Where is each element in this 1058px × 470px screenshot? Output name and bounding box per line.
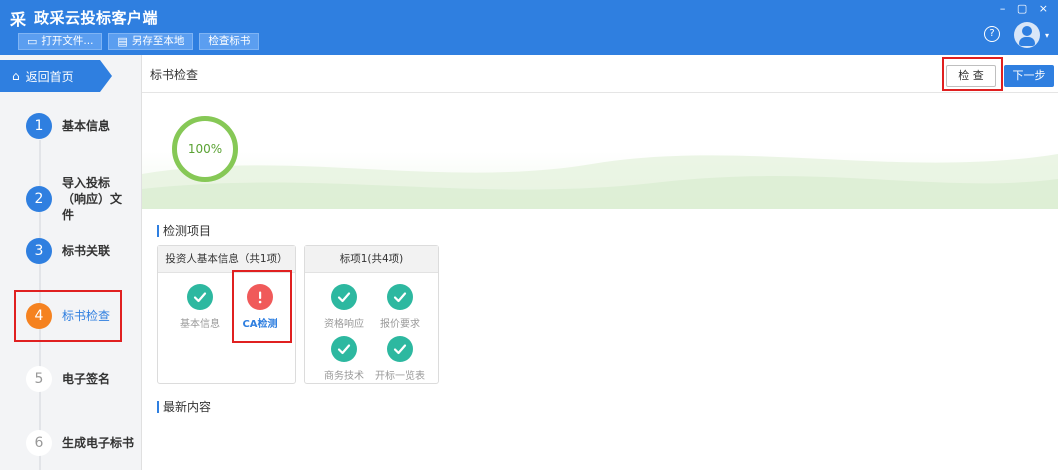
highlight-box-check-button: [942, 57, 1003, 91]
step-label: 生成电子标书: [62, 436, 135, 450]
open-file-label: 打开文件...: [41, 35, 94, 47]
check-icon: [331, 336, 357, 362]
step-label: 标书关联: [62, 244, 111, 258]
folder-icon: ▭: [27, 35, 38, 48]
page-title: 标书检查: [150, 68, 199, 82]
sidebar-step-1[interactable]: 1 基本信息: [26, 113, 110, 139]
home-label: 返回首页: [25, 69, 74, 84]
check-card-lot-1: 标项1(共4项) 资格响应 报价要求 商务技术 开标一览表: [304, 245, 439, 384]
step-label: 电子签名: [62, 372, 111, 386]
check-item-business-tech[interactable]: 商务技术: [316, 336, 372, 382]
check-item-label: 开标一览表: [375, 371, 425, 382]
progress-ring: 100%: [172, 116, 238, 182]
toolbar: ▭ 打开文件... ▤ 另存至本地 检查标书: [18, 33, 260, 50]
content-header: 标书检查 检 查 下一步: [142, 55, 1058, 93]
help-icon[interactable]: ?: [984, 26, 1000, 42]
sidebar-step-3[interactable]: 3 标书关联: [26, 238, 110, 264]
app-window: 采 政采云投标客户端 ▭ 打开文件... ▤ 另存至本地 检查标书 – ▢ × …: [0, 0, 1058, 470]
check-item-quote[interactable]: 报价要求: [372, 284, 428, 330]
window-controls[interactable]: – ▢ ×: [1000, 2, 1052, 15]
save-icon: ▤: [117, 35, 128, 48]
home-button[interactable]: ⌂ 返回首页: [0, 60, 112, 92]
step-number: 5: [26, 366, 52, 392]
check-bid-button[interactable]: 检查标书: [199, 33, 260, 50]
save-local-button[interactable]: ▤ 另存至本地: [108, 33, 194, 50]
section-detection-items: 检测项目: [157, 222, 211, 239]
section-latest-content: 最新内容: [157, 398, 211, 415]
check-icon: [387, 284, 413, 310]
next-step-button[interactable]: 下一步: [1004, 65, 1054, 87]
section-marker: [157, 400, 159, 413]
progress-value: 100%: [187, 142, 223, 156]
check-bid-label: 检查标书: [208, 35, 251, 47]
save-local-label: 另存至本地: [131, 35, 185, 47]
section-title-text: 最新内容: [163, 400, 212, 414]
open-file-button[interactable]: ▭ 打开文件...: [18, 33, 103, 50]
check-item-label: 基本信息: [180, 319, 220, 330]
check-item-label: 报价要求: [380, 319, 420, 330]
card-title: 标项1(共4项): [305, 246, 438, 273]
chevron-down-icon[interactable]: ▾: [1045, 31, 1049, 40]
home-icon: ⌂: [12, 69, 20, 83]
card-title: 投资人基本信息（共1项）: [158, 246, 295, 273]
app-logo: 采: [10, 10, 27, 29]
check-icon: [387, 336, 413, 362]
check-item-opening-sheet[interactable]: 开标一览表: [372, 336, 428, 382]
step-number: 2: [26, 186, 52, 212]
step-number: 6: [26, 430, 52, 456]
section-marker: [157, 224, 159, 237]
check-item-qualification[interactable]: 资格响应: [316, 284, 372, 330]
highlight-box-step-4: [14, 290, 122, 342]
section-title-text: 检测项目: [163, 224, 212, 238]
step-number: 3: [26, 238, 52, 264]
title-bar: 采 政采云投标客户端 ▭ 打开文件... ▤ 另存至本地 检查标书 – ▢ × …: [0, 0, 1058, 55]
banner-wave: [142, 154, 1058, 209]
highlight-box-ca-check: [232, 270, 292, 343]
check-icon: [331, 284, 357, 310]
check-item-label: 商务技术: [324, 371, 364, 382]
check-item-label: 资格响应: [324, 319, 364, 330]
app-title: 政采云投标客户端: [34, 9, 159, 27]
progress-banner: 100%: [142, 94, 1058, 209]
step-label: 导入投标（响应）文件: [62, 176, 123, 222]
step-label: 基本信息: [62, 119, 111, 133]
avatar[interactable]: [1014, 22, 1040, 48]
check-icon: [187, 284, 213, 310]
sidebar-step-5[interactable]: 5 电子签名: [26, 366, 110, 392]
check-item-basic-info[interactable]: 基本信息: [172, 284, 228, 330]
step-number: 1: [26, 113, 52, 139]
sidebar-step-2[interactable]: 2 导入投标（响应）文件: [26, 175, 132, 223]
sidebar: ⌂ 返回首页 1 基本信息 2 导入投标（响应）文件 3 标书关联 4 标书检查…: [0, 55, 142, 470]
sidebar-step-6[interactable]: 6 生成电子标书: [26, 430, 134, 456]
